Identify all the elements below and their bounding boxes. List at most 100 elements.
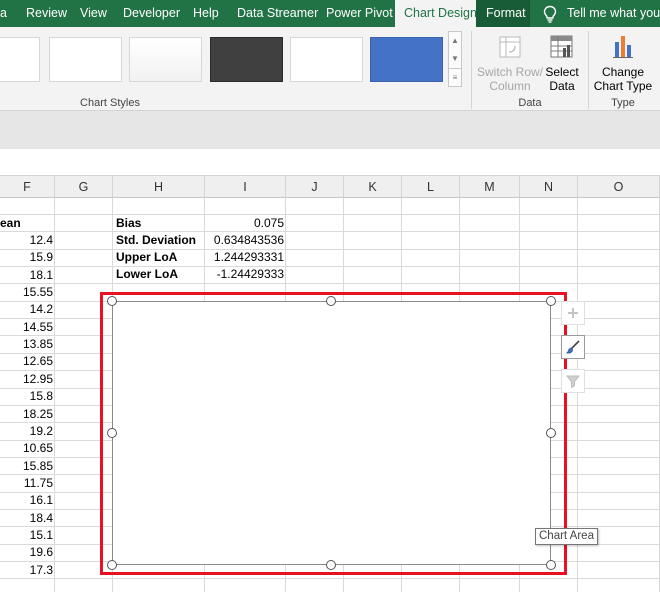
column-header-I[interactable]: I: [205, 176, 286, 198]
gallery-scroll: ▲ ▼ ≡: [448, 31, 462, 87]
tab-data[interactable]: a: [0, 0, 10, 27]
chart-styles-group-label: Chart Styles: [80, 97, 140, 109]
column-header-H[interactable]: H: [113, 176, 205, 198]
grid-row-line: [0, 231, 660, 232]
mean-value-cell[interactable]: 18.1: [0, 267, 53, 284]
resize-handle-top[interactable]: [326, 296, 336, 306]
select-data-button[interactable]: Select Data: [544, 31, 580, 93]
tab-help[interactable]: Help: [193, 0, 219, 27]
chart-styles-brush-icon: [566, 340, 580, 354]
mean-value-cell[interactable]: 13.85: [0, 336, 53, 353]
chart-area[interactable]: [112, 301, 551, 565]
mean-value-cell[interactable]: 15.85: [0, 458, 53, 475]
tell-me-label: Tell me what you w: [567, 6, 660, 20]
resize-handle-left[interactable]: [107, 428, 117, 438]
column-header-L[interactable]: L: [402, 176, 460, 198]
resize-handle-bottom-right[interactable]: [546, 560, 556, 570]
data-group-label: Data: [518, 97, 542, 109]
chart-styles-button[interactable]: [561, 335, 585, 359]
resize-handle-right[interactable]: [546, 428, 556, 438]
type-group-label: Type: [611, 97, 635, 109]
excel-window: a Review View Developer Help Data Stream…: [0, 0, 660, 592]
mean-value-cell[interactable]: 19.6: [0, 544, 53, 561]
chart-style-thumbnail[interactable]: [370, 37, 443, 82]
grid-row-line: [0, 283, 660, 284]
tab-power-pivot[interactable]: Power Pivot: [326, 0, 393, 27]
stat-value-cell[interactable]: 0.075: [206, 215, 284, 232]
mean-value-cell[interactable]: 15.9: [0, 249, 53, 266]
resize-handle-top-left[interactable]: [107, 296, 117, 306]
tab-review[interactable]: Review: [26, 0, 67, 27]
mean-value-cell[interactable]: 19.2: [0, 423, 53, 440]
column-header-K[interactable]: K: [344, 176, 402, 198]
stat-value-cell[interactable]: -1.24429333: [206, 266, 284, 283]
mean-value-cell[interactable]: 12.65: [0, 353, 53, 370]
mean-value-cell[interactable]: 15.55: [0, 284, 53, 301]
tab-chart-design[interactable]: Chart Design: [395, 0, 477, 27]
tab-data-streamer[interactable]: Data Streamer: [237, 0, 318, 27]
column-header-F[interactable]: F: [0, 176, 55, 198]
lightbulb-icon: [543, 5, 557, 23]
resize-handle-bottom[interactable]: [326, 560, 336, 570]
chart-style-thumbnail[interactable]: [49, 37, 122, 82]
chart-style-thumbnail[interactable]: [210, 37, 283, 82]
stat-value-cell[interactable]: 1.244293331: [206, 249, 284, 266]
stat-label-cell[interactable]: Upper LoA: [116, 249, 204, 266]
stat-value-cell[interactable]: 0.634843536: [206, 232, 284, 249]
mean-value-cell[interactable]: 18.25: [0, 406, 53, 423]
grid-row-line: [0, 249, 660, 250]
stat-label-cell[interactable]: Lower LoA: [116, 266, 204, 283]
mean-header-cell[interactable]: ean: [0, 215, 54, 232]
column-header-N[interactable]: N: [520, 176, 578, 198]
chart-elements-button[interactable]: [561, 301, 585, 325]
chart-style-thumbnail[interactable]: [129, 37, 202, 82]
resize-handle-top-right[interactable]: [546, 296, 556, 306]
select-data-label: Select Data: [545, 65, 579, 93]
switch-row-column-button[interactable]: Switch Row/ Column: [476, 31, 544, 93]
mean-value-cell[interactable]: 18.4: [0, 510, 53, 527]
mean-value-cell[interactable]: 17.3: [0, 562, 53, 579]
group-separator: [588, 31, 589, 109]
mean-value-cell[interactable]: 12.4: [0, 232, 53, 249]
mean-value-cell[interactable]: 15.1: [0, 527, 53, 544]
resize-handle-bottom-left[interactable]: [107, 560, 117, 570]
mean-value-cell[interactable]: 16.1: [0, 492, 53, 509]
mean-value-cell[interactable]: 14.2: [0, 301, 53, 318]
select-data-icon: [550, 35, 573, 58]
switch-row-column-label: Switch Row/ Column: [476, 65, 544, 93]
chart-style-thumbnail[interactable]: [290, 37, 363, 82]
chart-style-thumbnail[interactable]: [0, 37, 40, 82]
grid-row-line: [0, 214, 660, 215]
formula-bar[interactable]: [0, 149, 660, 176]
group-separator: [471, 31, 472, 109]
chart-filters-funnel-icon: [565, 375, 581, 389]
mean-value-cell[interactable]: 11.75: [0, 475, 53, 492]
chart-elements-plus-icon: [568, 308, 578, 318]
change-chart-type-button[interactable]: Change Chart Type: [593, 31, 653, 93]
tab-developer[interactable]: Developer: [123, 0, 180, 27]
gallery-down-icon[interactable]: ▼: [449, 50, 461, 68]
tab-view[interactable]: View: [80, 0, 107, 27]
gallery-up-icon[interactable]: ▲: [449, 32, 461, 50]
ribbon-body: ▲ ▼ ≡ Chart Styles Switch Row/ Column Se…: [0, 27, 660, 111]
change-chart-type-label: Change Chart Type: [593, 65, 653, 93]
stat-label-cell[interactable]: Bias: [116, 215, 204, 232]
switch-row-column-icon: [499, 36, 521, 58]
grid-row-line: [0, 266, 660, 267]
mean-value-cell[interactable]: 14.55: [0, 319, 53, 336]
stat-label-cell[interactable]: Std. Deviation: [116, 232, 204, 249]
column-header-O[interactable]: O: [578, 176, 660, 198]
chart-filters-button[interactable]: [561, 369, 585, 393]
column-header-M[interactable]: M: [460, 176, 520, 198]
mean-value-cell[interactable]: 15.8: [0, 388, 53, 405]
grid-row-line: [0, 578, 660, 579]
tab-format[interactable]: Format: [476, 0, 530, 27]
ribbon-tab-bar: a Review View Developer Help Data Stream…: [0, 0, 660, 27]
mean-value-cell[interactable]: 10.65: [0, 440, 53, 457]
column-header-J[interactable]: J: [286, 176, 344, 198]
gallery-more-icon[interactable]: ≡: [449, 68, 461, 86]
change-chart-type-icon: [613, 36, 633, 58]
mean-value-cell[interactable]: 12.95: [0, 371, 53, 388]
column-header-G[interactable]: G: [55, 176, 113, 198]
ribbon-collapsed-band: [0, 111, 660, 149]
